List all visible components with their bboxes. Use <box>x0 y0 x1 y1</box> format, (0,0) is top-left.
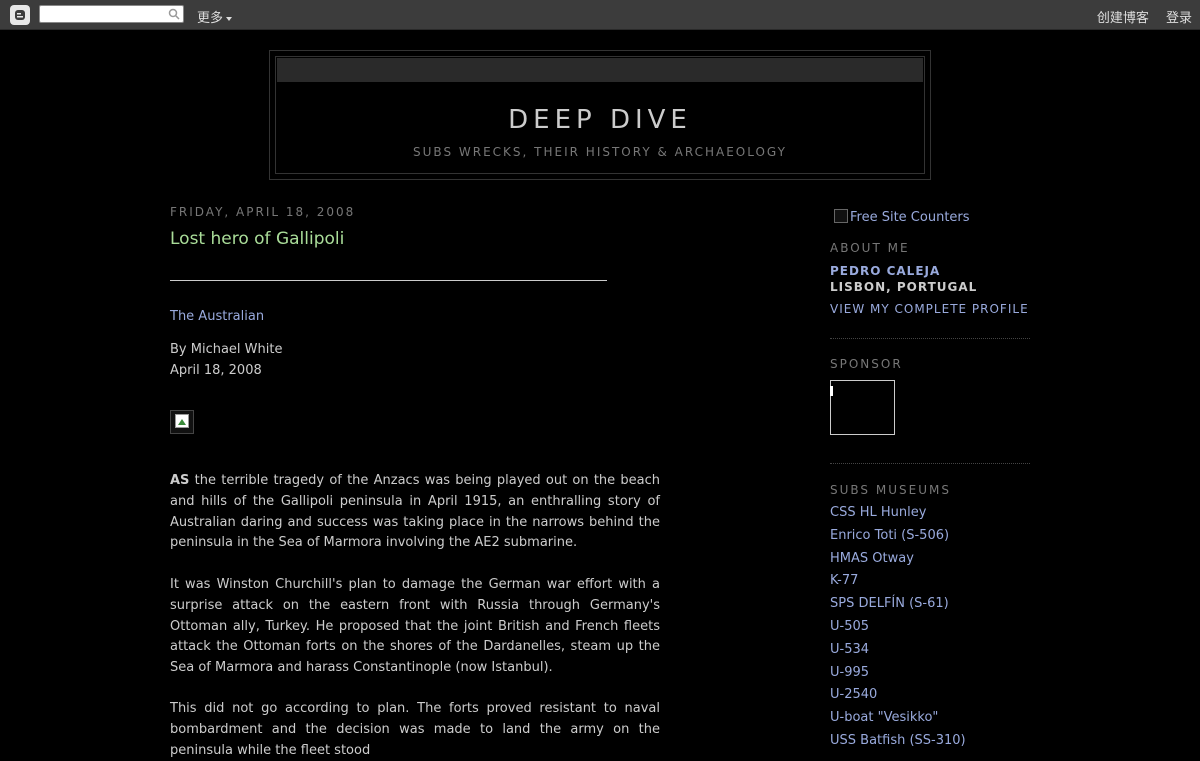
byline-date: April 18, 2008 <box>170 363 262 378</box>
search-icon[interactable] <box>168 8 180 20</box>
divider <box>170 280 607 281</box>
divider <box>830 338 1030 339</box>
museum-link[interactable]: USS Batfish (SS-310) <box>830 733 966 756</box>
profile-location: LISBON, PORTUGAL <box>830 280 978 294</box>
post-title[interactable]: Lost hero of Gallipoli <box>170 229 344 249</box>
blogger-logo-icon[interactable] <box>10 5 30 25</box>
sponsor-heading: SPONSOR <box>830 357 903 371</box>
about-heading: ABOUT ME <box>830 241 910 255</box>
museum-link[interactable]: CSS HL Hunley <box>830 505 966 528</box>
museum-link[interactable]: Enrico Toti (S-506) <box>830 528 966 551</box>
header-inner: DEEP DIVE SUBS WRECKS, THEIR HISTORY & A… <box>275 56 925 174</box>
paragraph: AS the terrible tragedy of the Anzacs wa… <box>170 471 660 554</box>
broken-image-icon <box>834 209 848 223</box>
more-menu-button[interactable]: 更多 <box>197 7 233 26</box>
author: By Michael White <box>170 342 283 357</box>
paragraph: It was Winston Churchill's plan to damag… <box>170 577 660 676</box>
paragraph-text: the terrible tragedy of the Anzacs was b… <box>170 473 660 551</box>
caret-down-icon <box>226 16 233 21</box>
view-profile-link[interactable]: VIEW MY COMPLETE PROFILE <box>830 302 1029 316</box>
counter-label: Free Site Counters <box>850 210 970 225</box>
museum-link[interactable]: SPS DELFÍN (S-61) <box>830 596 966 619</box>
blog-title[interactable]: DEEP DIVE <box>276 105 924 135</box>
broken-image-icon[interactable] <box>170 410 194 434</box>
search-field[interactable] <box>39 5 184 23</box>
site-counter-link[interactable]: Free Site Counters <box>834 209 970 225</box>
paragraph-lead: AS <box>170 473 190 488</box>
more-label: 更多 <box>197 11 224 26</box>
museum-link[interactable]: HMAS Otway <box>830 551 966 574</box>
source-link[interactable]: The Australian <box>170 309 264 324</box>
museum-link[interactable]: U-505 <box>830 619 966 642</box>
museum-link[interactable]: U-534 <box>830 642 966 665</box>
museum-link[interactable]: U-boat "Vesikko" <box>830 710 966 733</box>
museums-heading: SUBS MUSEUMS <box>830 483 951 497</box>
search-input[interactable] <box>42 7 162 21</box>
museum-list: CSS HL Hunley Enrico Toti (S-506) HMAS O… <box>830 505 966 756</box>
profile-name-link[interactable]: PEDRO CALEJA <box>830 264 940 278</box>
museum-link[interactable]: K-77 <box>830 573 966 596</box>
museum-link[interactable]: U-2540 <box>830 687 966 710</box>
museum-link[interactable]: U-995 <box>830 665 966 688</box>
paragraph: This did not go according to plan. The f… <box>170 701 660 758</box>
blog-header: DEEP DIVE SUBS WRECKS, THEIR HISTORY & A… <box>269 50 931 180</box>
blog-description: SUBS WRECKS, THEIR HISTORY & ARCHAEOLOGY <box>413 145 787 159</box>
divider <box>830 463 1030 464</box>
date-header: FRIDAY, APRIL 18, 2008 <box>170 205 356 219</box>
byline: By Michael White April 18, 2008 <box>170 339 282 381</box>
sponsor-banner[interactable] <box>830 380 895 435</box>
create-blog-link[interactable]: 创建博客 <box>1097 11 1149 26</box>
header-band <box>277 58 923 82</box>
blogger-navbar: 更多 创建博客 登录 <box>0 0 1200 30</box>
login-link[interactable]: 登录 <box>1166 11 1192 26</box>
